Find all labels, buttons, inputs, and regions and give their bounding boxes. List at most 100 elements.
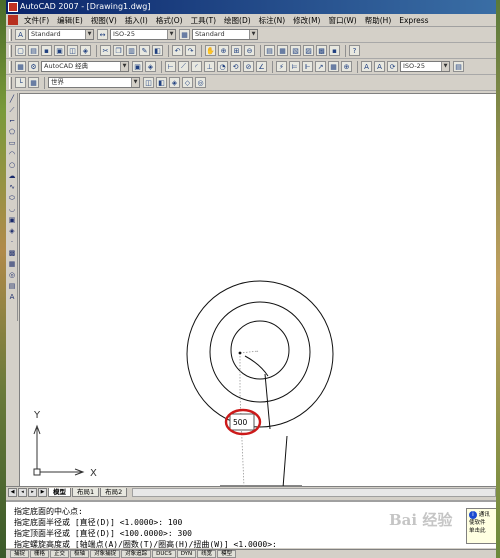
polyline-icon[interactable]: ⌐: [7, 116, 17, 126]
markup-icon[interactable]: ▩: [316, 45, 327, 56]
zoom-icon[interactable]: ⊕: [218, 45, 229, 56]
angular-icon[interactable]: ∠: [256, 61, 267, 72]
app-icon[interactable]: [8, 2, 18, 12]
undo-icon[interactable]: ↶: [172, 45, 183, 56]
ucs-object-icon[interactable]: ◇: [182, 77, 193, 88]
block-editor-icon[interactable]: ◧: [152, 45, 163, 56]
workspace-icon[interactable]: ▦: [15, 61, 26, 72]
publish-icon[interactable]: ◈: [80, 45, 91, 56]
zoom-window-icon[interactable]: ⊞: [231, 45, 242, 56]
insert-block-icon[interactable]: ▣: [7, 215, 17, 225]
match-properties-icon[interactable]: ✎: [139, 45, 150, 56]
line-icon[interactable]: ╱: [7, 94, 17, 104]
redo-icon[interactable]: ↷: [185, 45, 196, 56]
menu-format[interactable]: 格式(O): [152, 15, 187, 26]
tab-model[interactable]: 模型: [48, 487, 71, 497]
lineweight-toggle[interactable]: 线宽: [197, 550, 217, 558]
ellipse-icon[interactable]: ⬭: [7, 193, 17, 203]
ucs-world-icon[interactable]: ◫: [143, 77, 154, 88]
menu-window[interactable]: 窗口(W): [324, 15, 360, 26]
menu-insert[interactable]: 插入(I): [121, 15, 152, 26]
table-icon[interactable]: ▤: [7, 281, 17, 291]
tab-layout1[interactable]: 布局1: [72, 487, 100, 497]
sheet-set-icon[interactable]: ▨: [303, 45, 314, 56]
help-icon[interactable]: ?: [349, 45, 360, 56]
snap-toggle[interactable]: 捕捉: [10, 550, 30, 558]
toolbar-grip[interactable]: [9, 76, 12, 89]
dyn-toggle[interactable]: DYN: [176, 550, 197, 558]
menu-express[interactable]: Express: [395, 16, 432, 25]
quick-dim-icon[interactable]: ⚡: [276, 61, 287, 72]
rectangle-icon[interactable]: ▭: [7, 138, 17, 148]
save-workspace-icon[interactable]: ▣: [132, 61, 143, 72]
menu-dimension[interactable]: 标注(N): [255, 15, 289, 26]
baseline-icon[interactable]: ⊨: [289, 61, 300, 72]
drawing-canvas[interactable]: 500 Y X: [19, 93, 496, 489]
tool-palettes-icon[interactable]: ▧: [290, 45, 301, 56]
ortho-toggle[interactable]: 正交: [50, 550, 70, 558]
menu-help[interactable]: 帮助(H): [361, 15, 396, 26]
menu-file[interactable]: 文件(F): [20, 15, 53, 26]
gradient-icon[interactable]: ▦: [7, 259, 17, 269]
text-style-select[interactable]: Standard ▼: [28, 29, 94, 40]
balloon-link[interactable]: 单击此: [469, 527, 494, 535]
center-mark-icon[interactable]: ⊕: [341, 61, 352, 72]
copy-icon[interactable]: ❐: [113, 45, 124, 56]
menu-draw[interactable]: 绘图(D): [220, 15, 255, 26]
last-tab-button[interactable]: ▶: [38, 487, 47, 497]
region-icon[interactable]: ◎: [7, 270, 17, 280]
construction-line-icon[interactable]: ⟋: [7, 105, 17, 115]
properties-icon[interactable]: ▤: [264, 45, 275, 56]
linear-dim-icon[interactable]: ⊢: [165, 61, 176, 72]
open-icon[interactable]: ▤: [28, 45, 39, 56]
ordinate-icon[interactable]: ⊥: [204, 61, 215, 72]
workspace-select[interactable]: AutoCAD 经典 ▼: [41, 61, 129, 72]
zoom-previous-icon[interactable]: ⊖: [244, 45, 255, 56]
dim-edit-icon[interactable]: A: [361, 61, 372, 72]
spline-icon[interactable]: ∿: [7, 182, 17, 192]
ucs-face-icon[interactable]: ◈: [169, 77, 180, 88]
diameter-icon[interactable]: ⊘: [243, 61, 254, 72]
text-icon[interactable]: A: [7, 292, 17, 302]
arc-length-icon[interactable]: ◜: [191, 61, 202, 72]
circle-icon[interactable]: ○: [7, 160, 17, 170]
paste-icon[interactable]: ▥: [126, 45, 137, 56]
ellipse-arc-icon[interactable]: ◡: [7, 204, 17, 214]
aligned-dim-icon[interactable]: ⟋: [178, 61, 189, 72]
otrack-toggle[interactable]: 对象追踪: [121, 550, 152, 558]
new-icon[interactable]: ▢: [15, 45, 26, 56]
ucs-icon[interactable]: └: [15, 77, 26, 88]
print-icon[interactable]: ▣: [54, 45, 65, 56]
continue-icon[interactable]: ⊩: [302, 61, 313, 72]
toolbar-grip[interactable]: [9, 28, 12, 41]
dim-style-select-2[interactable]: ISO-25 ▼: [400, 61, 450, 72]
horizontal-scrollbar[interactable]: [132, 487, 496, 497]
table-style-icon[interactable]: ▦: [179, 29, 190, 40]
arc-icon[interactable]: ◠: [7, 149, 17, 159]
quick-leader-icon[interactable]: ↗: [315, 61, 326, 72]
hatch-icon[interactable]: ▩: [7, 248, 17, 258]
next-tab-button[interactable]: ▸: [28, 487, 37, 497]
dim-style-icon[interactable]: ↔: [97, 29, 108, 40]
design-center-icon[interactable]: ▦: [277, 45, 288, 56]
preview-icon[interactable]: ◫: [67, 45, 78, 56]
menu-edit[interactable]: 编辑(E): [53, 15, 87, 26]
text-style-icon[interactable]: A: [15, 29, 26, 40]
save-icon[interactable]: ▪: [41, 45, 52, 56]
calculator-icon[interactable]: ▪: [329, 45, 340, 56]
document-menu-icon[interactable]: [8, 15, 18, 25]
workspace-settings2-icon[interactable]: ◈: [145, 61, 156, 72]
first-tab-button[interactable]: ◀: [8, 487, 17, 497]
tab-layout2[interactable]: 布局2: [100, 487, 128, 497]
ucs-view-icon[interactable]: ◎: [195, 77, 206, 88]
toolbar-grip[interactable]: [9, 44, 12, 57]
polygon-icon[interactable]: ⬠: [7, 127, 17, 137]
point-icon[interactable]: ·: [7, 237, 17, 247]
make-block-icon[interactable]: ◈: [7, 226, 17, 236]
ducs-toggle[interactable]: DUCS: [152, 550, 176, 558]
menu-tools[interactable]: 工具(T): [187, 15, 220, 26]
workspace-settings-icon[interactable]: ⚙: [28, 61, 39, 72]
dim-update-icon[interactable]: ⟳: [387, 61, 398, 72]
prev-tab-button[interactable]: ◂: [18, 487, 27, 497]
menu-modify[interactable]: 修改(M): [289, 15, 324, 26]
